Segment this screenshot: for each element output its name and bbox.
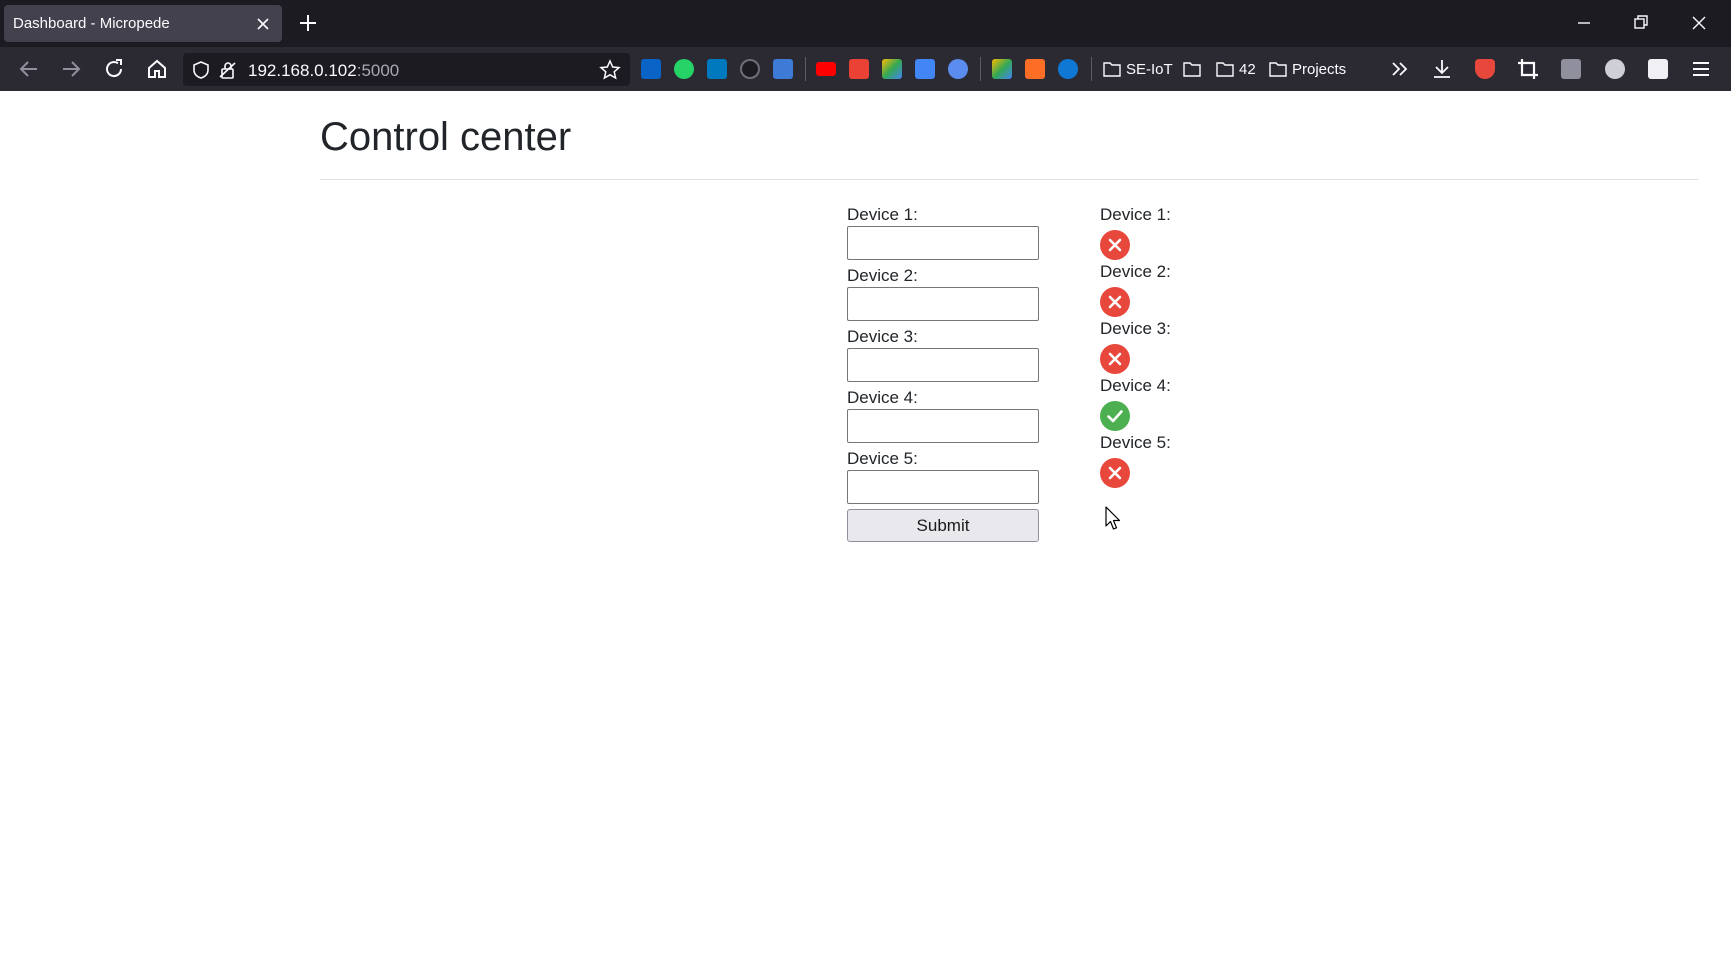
ublock-icon[interactable] — [1475, 59, 1495, 79]
home-icon[interactable] — [145, 57, 169, 81]
device-5-status-label: Device 5: — [1100, 433, 1171, 452]
device-status-list: Device 1: Device 2: Device 3: Device 4: — [1100, 204, 1240, 489]
device-1-input[interactable] — [847, 226, 1039, 260]
device-3-label: Device 3: — [847, 327, 918, 346]
folder-icon — [1216, 62, 1234, 77]
chevron-double-right-icon[interactable] — [1388, 57, 1412, 81]
error-x-icon — [1100, 344, 1130, 374]
whatsapp-icon[interactable] — [674, 59, 694, 79]
crop-icon[interactable] — [1516, 57, 1540, 81]
device-status-item: Device 3: — [1100, 318, 1240, 375]
device-4-label: Device 4: — [847, 388, 918, 407]
new-tab-icon[interactable] — [297, 12, 319, 34]
close-window-icon[interactable] — [1688, 12, 1710, 34]
bookmark-label: Projects — [1292, 60, 1347, 78]
bookmark-star-icon[interactable] — [599, 59, 621, 81]
outlook-icon[interactable] — [641, 59, 661, 79]
tab-active[interactable]: Dashboard - Micropede — [4, 5, 282, 42]
device-3-input[interactable] — [847, 348, 1039, 382]
device-1-label: Device 1: — [847, 205, 918, 224]
toolbar-separator — [805, 57, 806, 81]
insecure-lock-icon[interactable] — [218, 60, 238, 80]
shield-icon[interactable] — [191, 60, 211, 80]
printer-icon[interactable] — [1561, 59, 1581, 79]
puzzle-extension-icon[interactable] — [1605, 59, 1625, 79]
url-port: :5000 — [356, 61, 400, 80]
device-2-label: Device 2: — [847, 266, 918, 285]
drive-icon[interactable] — [882, 59, 902, 79]
success-check-icon — [1100, 401, 1130, 431]
translate-icon[interactable] — [915, 59, 935, 79]
download-icon[interactable] — [1430, 57, 1454, 81]
page-content: Control center Device 1: Device 2: Devic… — [0, 91, 1731, 970]
device-2-status-label: Device 2: — [1100, 262, 1171, 281]
close-tab-icon[interactable] — [256, 17, 270, 31]
device-status-item: Device 5: — [1100, 432, 1240, 489]
url-text[interactable]: 192.168.0.102:5000 — [248, 61, 399, 81]
gmail-icon[interactable] — [849, 59, 869, 79]
device-5-label: Device 5: — [847, 449, 918, 468]
device-status-item: Device 2: — [1100, 261, 1240, 318]
device-status-item: Device 4: — [1100, 375, 1240, 432]
title-divider — [320, 179, 1698, 180]
restore-icon[interactable] — [1630, 12, 1652, 34]
folder-icon — [1103, 62, 1121, 77]
folder-icon — [1269, 62, 1287, 77]
toolbar-separator — [980, 57, 981, 81]
minimize-icon[interactable] — [1573, 12, 1595, 34]
device-2-input[interactable] — [847, 287, 1039, 321]
device-1-status-label: Device 1: — [1100, 205, 1171, 224]
forward-arrow-icon[interactable] — [59, 57, 83, 81]
bookmark-folder-42[interactable]: 42 — [1216, 59, 1256, 79]
device-4-status-label: Device 4: — [1100, 376, 1171, 395]
navigation-toolbar: 192.168.0.102:5000 SE-IoT 42 Projects — [0, 47, 1731, 91]
error-x-icon — [1100, 458, 1130, 488]
hamburger-menu-icon[interactable] — [1689, 57, 1713, 81]
url-host: 192.168.0.102 — [248, 61, 357, 80]
gitlab-icon[interactable] — [1025, 59, 1045, 79]
mouse-cursor-icon — [1105, 506, 1121, 530]
onedrive-icon[interactable] — [1058, 59, 1078, 79]
trello-icon[interactable] — [707, 59, 727, 79]
tab-title: Dashboard - Micropede — [13, 15, 170, 32]
reload-icon[interactable] — [102, 57, 126, 81]
graduation-icon[interactable] — [948, 59, 968, 79]
bookmark-label: SE-IoT — [1126, 60, 1173, 78]
google-drive-icon[interactable] — [992, 59, 1012, 79]
bookmark-label: 42 — [1239, 60, 1256, 78]
device-4-input[interactable] — [847, 409, 1039, 443]
bookmark-folder-se-iot[interactable]: SE-IoT — [1103, 59, 1173, 79]
app-icon[interactable] — [773, 59, 793, 79]
device-3-status-label: Device 3: — [1100, 319, 1171, 338]
github-icon[interactable] — [740, 59, 760, 79]
back-arrow-icon[interactable] — [17, 57, 41, 81]
address-bar[interactable]: 192.168.0.102:5000 — [183, 53, 630, 86]
bookmark-folder-unnamed[interactable] — [1183, 59, 1206, 79]
folder-icon — [1183, 62, 1201, 77]
toolbar-separator — [1091, 57, 1092, 81]
device-5-input[interactable] — [847, 470, 1039, 504]
error-x-icon — [1100, 287, 1130, 317]
submit-button[interactable]: Submit — [847, 509, 1039, 542]
youtube-icon[interactable] — [816, 62, 836, 76]
error-x-icon — [1100, 230, 1130, 260]
device-status-item: Device 1: — [1100, 204, 1240, 261]
device-form: Device 1: Device 2: Device 3: Device 4: … — [847, 204, 1041, 542]
b-extension-icon[interactable] — [1648, 59, 1668, 79]
page-title: Control center — [320, 115, 572, 159]
bookmark-folder-projects[interactable]: Projects — [1269, 59, 1346, 79]
tab-strip: Dashboard - Micropede — [0, 0, 1731, 47]
